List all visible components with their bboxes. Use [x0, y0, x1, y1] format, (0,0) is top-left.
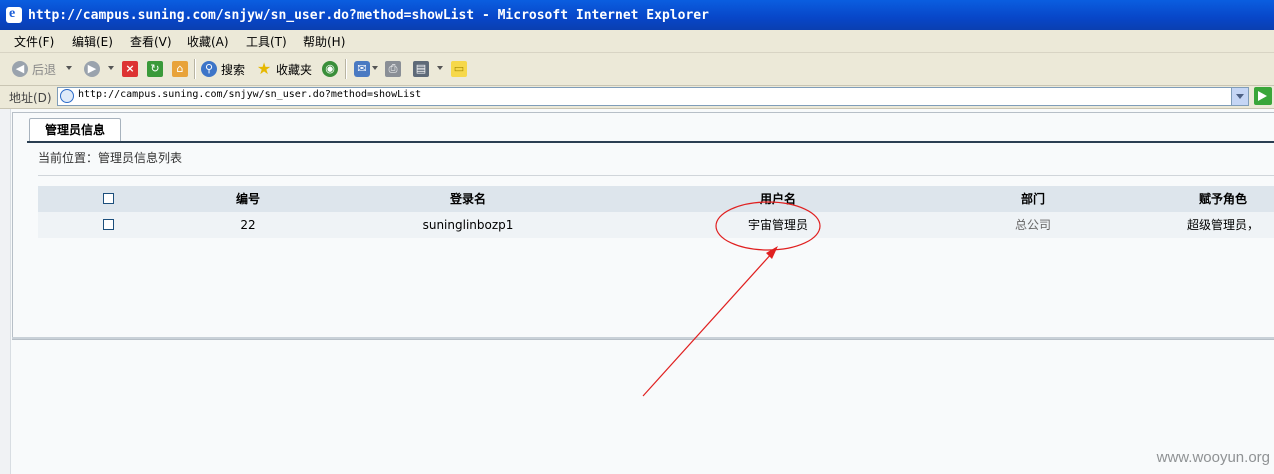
- discuss-button[interactable]: ▭: [451, 60, 467, 78]
- page-viewport: 管理员信息 当前位置：管理员信息列表 编号 登录名 用户名 部门 赋予角色 22…: [0, 109, 1274, 474]
- stop-icon: ×: [122, 61, 138, 77]
- go-arrow-icon: [1258, 91, 1267, 101]
- cell-dept: 总公司: [1014, 218, 1051, 232]
- star-icon: ★: [256, 59, 272, 78]
- admin-panel: 管理员信息 当前位置：管理员信息列表 编号 登录名 用户名 部门 赋予角色 22…: [12, 112, 1274, 340]
- favorites-button[interactable]: ★ 收藏夹: [256, 60, 312, 78]
- menu-bar: 文件(F) 编辑(E) 查看(V) 收藏(A) 工具(T) 帮助(H): [0, 30, 1274, 53]
- home-button[interactable]: ⌂: [172, 60, 188, 78]
- edit-button[interactable]: ▤: [413, 60, 429, 78]
- address-input[interactable]: http://campus.suning.com/snjyw/sn_user.d…: [57, 87, 1249, 106]
- back-dropdown-icon[interactable]: [66, 66, 72, 70]
- header-username: 用户名: [759, 192, 796, 206]
- breadcrumb: 当前位置：管理员信息列表: [38, 151, 183, 165]
- back-label: 后退: [32, 62, 57, 77]
- menu-view[interactable]: 查看(V): [130, 33, 172, 50]
- menu-edit[interactable]: 编辑(E): [72, 33, 113, 50]
- search-label: 搜索: [221, 62, 246, 77]
- search-button[interactable]: ⚲ 搜索: [201, 60, 245, 78]
- row-checkbox[interactable]: [103, 219, 114, 230]
- media-icon: ◉: [322, 61, 338, 77]
- mail-dropdown-icon[interactable]: [372, 66, 378, 70]
- cell-role: 超级管理员，: [1186, 218, 1259, 232]
- table-row[interactable]: 22 suninglinbozp1 宇宙管理员 总公司 超级管理员，: [38, 212, 1274, 238]
- toolbar: ◀ 后退 ▶ × ↻ ⌂ ⚲ 搜索 ★ 收藏夹 ◉ ✉ ⎙ ▤ ▭: [0, 53, 1274, 86]
- note-icon: ▭: [451, 61, 467, 77]
- home-icon: ⌂: [172, 61, 188, 77]
- edit-dropdown-icon[interactable]: [437, 66, 443, 70]
- tab-underline: [27, 141, 1274, 143]
- panel-bottom-bar: [12, 337, 1274, 339]
- forward-arrow-icon: ▶: [84, 61, 100, 77]
- header-dept: 部门: [1020, 192, 1045, 206]
- print-button[interactable]: ⎙: [385, 60, 401, 78]
- cell-login: suninglinbozp1: [422, 218, 514, 232]
- address-label: 地址(D): [9, 91, 52, 105]
- window-title-bar: e http://campus.suning.com/snjyw/sn_user…: [0, 0, 1274, 30]
- frame-left-edge: [0, 109, 11, 474]
- table-header-row: 编号 登录名 用户名 部门 赋予角色: [38, 186, 1274, 212]
- divider: [38, 175, 1274, 176]
- forward-dropdown-icon[interactable]: [108, 66, 114, 70]
- address-dropdown-button[interactable]: [1231, 88, 1248, 105]
- stop-button[interactable]: ×: [122, 60, 138, 78]
- menu-file[interactable]: 文件(F): [14, 33, 54, 50]
- header-id: 编号: [235, 192, 260, 206]
- mail-icon: ✉: [354, 61, 370, 77]
- refresh-button[interactable]: ↻: [147, 60, 163, 78]
- tab-admin-info[interactable]: 管理员信息: [29, 118, 121, 143]
- back-arrow-icon: ◀: [12, 61, 28, 77]
- window-title: http://campus.suning.com/snjyw/sn_user.d…: [28, 8, 709, 23]
- refresh-icon: ↻: [147, 61, 163, 77]
- header-login: 登录名: [449, 192, 486, 206]
- header-role: 赋予角色: [1198, 192, 1247, 206]
- select-all-checkbox[interactable]: [103, 193, 114, 204]
- search-icon: ⚲: [201, 61, 217, 77]
- chevron-down-icon: [1236, 94, 1244, 99]
- cell-id: 22: [240, 218, 256, 232]
- mail-button[interactable]: ✉: [354, 60, 370, 78]
- back-button[interactable]: ◀ 后退: [12, 60, 56, 78]
- page-icon: [60, 89, 74, 103]
- edit-page-icon: ▤: [413, 61, 429, 77]
- address-bar: 地址(D) http://campus.suning.com/snjyw/sn_…: [0, 86, 1274, 109]
- print-icon: ⎙: [385, 61, 401, 77]
- menu-help[interactable]: 帮助(H): [303, 33, 345, 50]
- address-url: http://campus.suning.com/snjyw/sn_user.d…: [78, 89, 422, 100]
- media-button[interactable]: ◉: [322, 60, 338, 78]
- cell-username: 宇宙管理员: [747, 218, 808, 232]
- forward-button[interactable]: ▶: [84, 60, 100, 78]
- menu-tools[interactable]: 工具(T): [246, 33, 287, 50]
- menu-favorites[interactable]: 收藏(A): [187, 33, 229, 50]
- favorites-label: 收藏夹: [276, 62, 313, 77]
- watermark: www.wooyun.org: [1156, 449, 1270, 466]
- ie-icon: e: [6, 6, 22, 23]
- go-button[interactable]: [1254, 87, 1272, 105]
